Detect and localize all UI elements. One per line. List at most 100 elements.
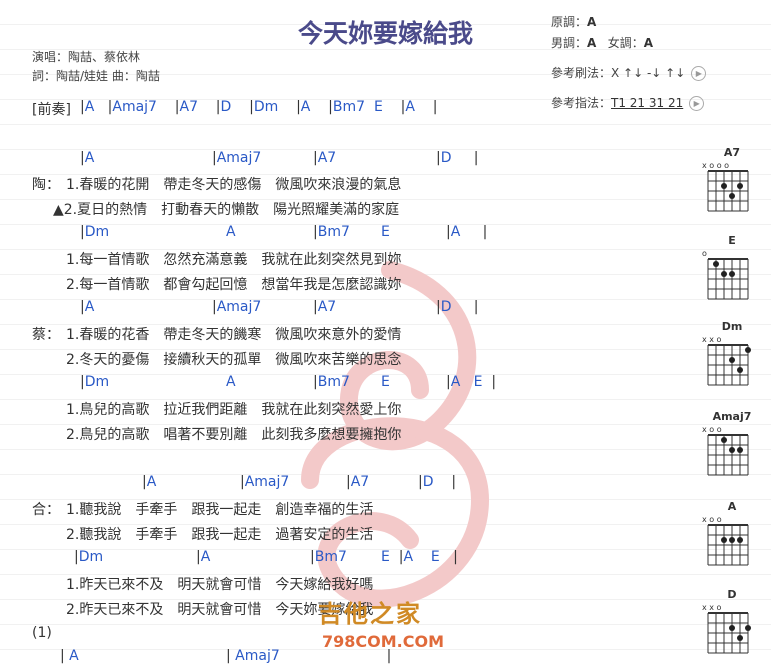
chord: D	[220, 99, 232, 115]
chord-diagram-dm: Dm x x o	[700, 320, 752, 397]
chord-line: |A |	[446, 224, 488, 240]
lyric-line: 2.鳥兒的高歌 唱著不要別離 此刻我多麼想要擁抱你	[66, 427, 402, 443]
finger-dot	[721, 537, 727, 543]
original-key: 原調：A	[551, 13, 596, 30]
chord: E	[373, 99, 383, 115]
prelude-chord-line: |A |Amaj7 |A7 |D |Dm |A |Bm7 E |A |	[80, 99, 438, 115]
chord-line: |D |	[436, 150, 479, 166]
chord-line: |A	[196, 549, 211, 565]
chord: A	[226, 374, 236, 390]
chord-diagram-grid: x x o	[702, 603, 751, 654]
lyric-line: 1.聽我說 手牽手 跟我一起走 創造幸福的生活	[66, 502, 374, 518]
watermark-site-name: 吉他之家	[318, 600, 422, 628]
chord-line: |A7	[313, 299, 337, 315]
chord: A	[226, 224, 236, 240]
chord-line: |Bm7	[310, 549, 347, 565]
chord-diagram-grid: x x o	[702, 335, 751, 386]
open-muted-markers: o	[702, 249, 707, 258]
chord: Amaj7	[235, 648, 280, 664]
finger-dot	[737, 183, 743, 189]
male-key-value: A	[587, 36, 597, 50]
chord: D	[440, 299, 452, 315]
lyric-line: 1.春暖的花香 帶走冬天的饑寒 微風吹來意外的愛情	[66, 327, 402, 343]
singer-credit: 演唱：陶喆、蔡依林	[32, 50, 141, 64]
lyric-line: 1.春暖的花開 帶走冬天的感傷 微風吹來浪漫的氣息	[66, 177, 402, 193]
finger-dot	[713, 261, 719, 267]
chord-line: A	[226, 374, 236, 390]
chord-diagram-name: A	[727, 500, 737, 513]
pick-play-icon[interactable]: ▶	[689, 96, 705, 111]
female-key-value: A	[643, 36, 654, 50]
chord: Bm7	[317, 224, 350, 240]
watermark-site-url: 798COM.COM	[322, 632, 445, 651]
lyric-line: ▲2.夏日的熱情 打動春天的懶散 陽光照耀美滿的家庭	[53, 202, 400, 218]
finger-dot	[737, 537, 743, 543]
original-key-label: 原調：	[551, 15, 588, 29]
chord: A7	[350, 474, 370, 490]
chord: E	[381, 549, 390, 565]
open-muted-markers: x o o	[702, 425, 722, 434]
male-key-label: 男調：	[551, 36, 588, 50]
ending-tag: (1)	[32, 625, 52, 641]
chord-line: E |A E |	[381, 549, 458, 565]
open-muted-markers: x x o	[702, 335, 722, 344]
chord: E	[430, 549, 440, 565]
chord: A	[84, 299, 95, 315]
strum-pattern: 參考刷法：X ↑↓ -↓ ↑↓ ▶	[551, 64, 707, 81]
chord-line: |A7	[313, 150, 337, 166]
chord: Dm	[84, 374, 110, 390]
chord: Bm7	[317, 374, 350, 390]
chord-line: |Dm	[80, 224, 110, 240]
chord: A	[405, 99, 415, 115]
chord-diagram-grid: o	[702, 249, 749, 300]
chord: A7	[317, 150, 337, 166]
chord: D	[440, 150, 452, 166]
chord: Amaj7	[112, 99, 157, 115]
strum-play-icon[interactable]: ▶	[691, 66, 707, 81]
chord: A	[146, 474, 157, 490]
male-female-key: 男調：A 女調：A	[551, 34, 653, 51]
chord: Amaj7	[216, 150, 262, 166]
finger-dot	[721, 437, 727, 443]
chord-diagram-grid: x o o	[702, 515, 749, 566]
finger-dot	[737, 447, 743, 453]
chord-line: |A	[142, 474, 157, 490]
chord-diagram-a: Ax o o	[700, 500, 752, 577]
finger-dot	[745, 347, 751, 353]
chord-line: E	[381, 224, 390, 240]
chord: Amaj7	[216, 299, 262, 315]
chord: A	[84, 150, 95, 166]
singer-label-he: 合：	[32, 502, 60, 518]
finger-dot	[737, 367, 743, 373]
open-muted-markers: x x o	[702, 603, 722, 612]
chord-diagram-grid: x o o o	[702, 161, 749, 212]
pick-pattern: 參考指法：T1 21 31 21 ▶	[551, 94, 705, 111]
chord-line: |Bm7	[313, 224, 350, 240]
original-key-value: A	[587, 15, 597, 29]
strum-value: X ↑↓ -↓ ↑↓	[611, 66, 686, 80]
female-key-label: 女調：	[607, 36, 644, 50]
finger-dot	[737, 635, 743, 641]
chord: A	[300, 99, 311, 115]
chord-diagram-name: D	[727, 588, 737, 601]
chord-line: |A7	[346, 474, 370, 490]
lyric-line: 2.冬天的憂傷 接續秋天的孤單 微風吹來苦樂的思念	[66, 352, 402, 368]
singer-label-cai: 蔡：	[32, 327, 60, 343]
finger-dot	[729, 271, 735, 277]
chord-line: |Dm	[80, 374, 110, 390]
finger-dot	[729, 537, 735, 543]
chord-line: E	[381, 374, 390, 390]
chord: A	[84, 99, 95, 115]
chord: A	[403, 549, 414, 565]
chord-diagram-d: Dx x o	[700, 588, 752, 665]
chord-line: A	[226, 224, 236, 240]
chord-line: |Amaj7	[212, 150, 262, 166]
lyric-line: 2.每一首情歌 都會勾起回憶 想當年我是怎麼認識妳	[66, 277, 402, 293]
chord: Dm	[84, 224, 110, 240]
chord-line: | A	[60, 648, 79, 664]
strum-label: 參考刷法：	[551, 66, 612, 80]
chord-line: |A	[80, 299, 95, 315]
pick-value: T1 21 31 21	[611, 96, 684, 110]
song-title: 今天妳要嫁給我	[297, 19, 473, 48]
chord-line: |Amaj7	[212, 299, 262, 315]
